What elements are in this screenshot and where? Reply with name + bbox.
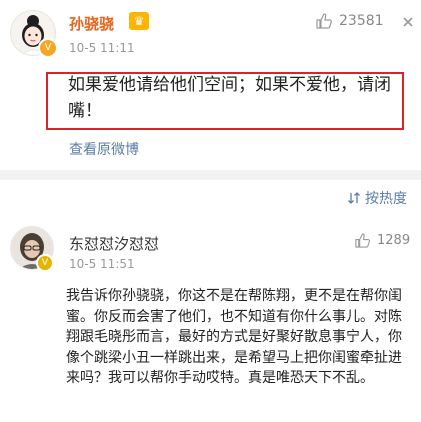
like-button[interactable]: 23581 — [315, 12, 384, 30]
comment-time: 10-5 11:11 — [69, 41, 135, 55]
like-count: 1289 — [377, 233, 411, 248]
like-count: 23581 — [339, 13, 384, 29]
sort-by-popularity-button[interactable]: 按热度 — [347, 188, 407, 208]
comment-time: 10-5 11:51 — [69, 257, 135, 271]
comment-text: 如果爱他请给他们空间；如果不爱他，请闭嘴！ — [68, 75, 391, 121]
thumbs-up-icon — [355, 233, 371, 248]
comment-username[interactable]: 孙骁骁 — [69, 13, 114, 34]
comment-text: 我告诉你孙骁骁，你这不是在帮陈翔，更不是在帮你闺蜜。你反而会害了他们，也不知道有… — [66, 288, 402, 386]
section-divider — [0, 170, 421, 180]
verified-badge-icon: V — [38, 38, 58, 58]
like-button[interactable]: 1289 — [354, 232, 410, 249]
view-original-weibo-link[interactable]: 查看原微博 — [69, 139, 139, 159]
sort-label: 按热度 — [365, 191, 407, 207]
crown-badge-icon: ♛ — [129, 12, 149, 30]
verified-badge-icon: V — [36, 254, 54, 272]
close-icon[interactable] — [401, 15, 415, 29]
thumbs-up-icon — [316, 13, 332, 29]
comment-username[interactable]: 东怼怼汐怼怼 — [69, 233, 159, 254]
sort-icon — [348, 192, 360, 204]
